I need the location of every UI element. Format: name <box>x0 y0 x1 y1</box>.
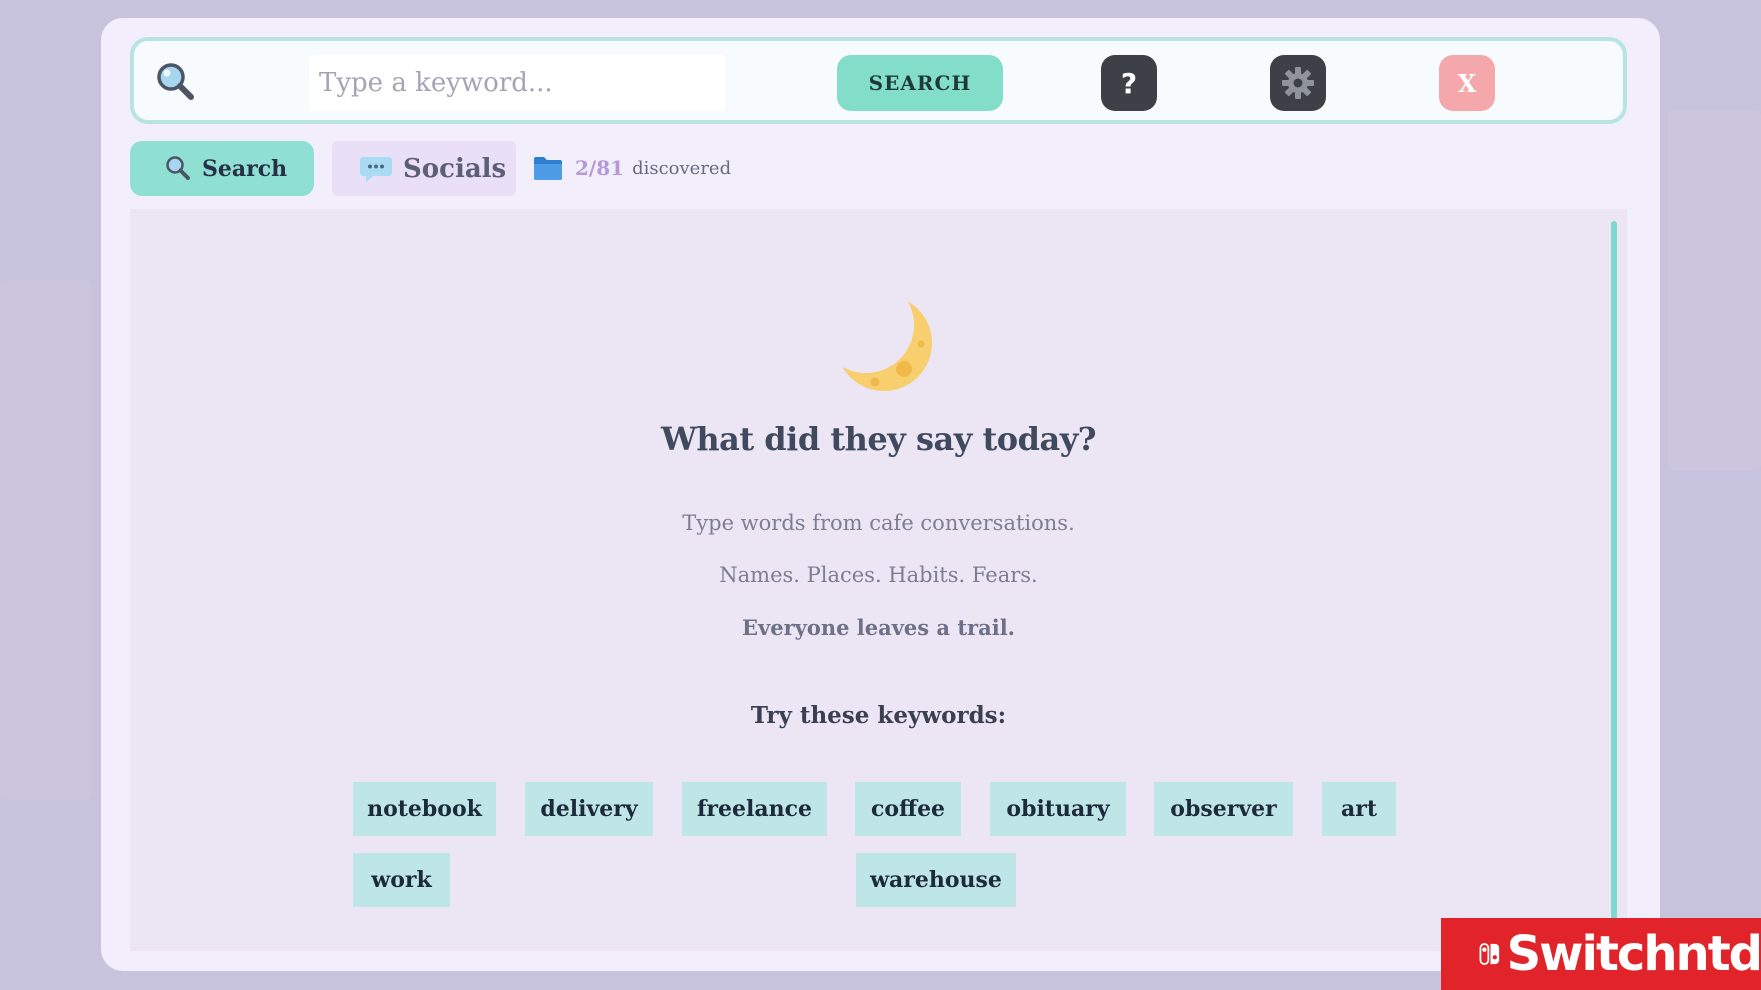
search-toolbar: SEARCH ? X <box>130 37 1627 124</box>
keyword-chip-delivery[interactable]: delivery <box>525 782 653 836</box>
keyword-chip-coffee[interactable]: coffee <box>855 782 961 836</box>
crescent-moon-icon <box>826 291 936 401</box>
try-keywords-label: Try these keywords: <box>750 702 1007 729</box>
keyword-chip-freelance[interactable]: freelance <box>682 782 827 836</box>
chat-bubble-icon <box>360 156 392 182</box>
gear-icon <box>1282 67 1314 99</box>
discovered-counter: 2/81 discovered <box>533 152 731 184</box>
settings-button[interactable] <box>1270 55 1326 111</box>
brand-name: Switchntd <box>1506 926 1761 982</box>
close-button[interactable]: X <box>1439 55 1495 111</box>
headline: What did they say today? <box>660 420 1097 458</box>
keyword-chip-warehouse[interactable]: warehouse <box>856 853 1016 907</box>
keyword-search-input[interactable] <box>309 55 725 111</box>
discovered-count: 2/81 <box>575 156 625 180</box>
folder-icon <box>534 157 562 180</box>
results-panel: What did they say today? Type words from… <box>130 209 1627 951</box>
tab-search[interactable]: Search <box>130 141 314 196</box>
tab-socials[interactable]: Socials <box>332 141 516 196</box>
background-shape <box>0 280 90 800</box>
keyword-chip-art[interactable]: art <box>1322 782 1396 836</box>
keyword-chip-obituary[interactable]: obituary <box>990 782 1126 836</box>
keyword-chip-work[interactable]: work <box>353 853 450 907</box>
discovered-label: discovered <box>632 157 732 179</box>
tab-label: Socials <box>403 153 507 184</box>
search-icon <box>166 155 190 180</box>
switch-logo-icon <box>1479 943 1500 965</box>
search-button[interactable]: SEARCH <box>837 55 1003 111</box>
search-icon <box>154 61 198 105</box>
help-button[interactable]: ? <box>1101 55 1157 111</box>
keyword-chip-observer[interactable]: observer <box>1154 782 1293 836</box>
hint-text: Names. Places. Habits. Fears. <box>719 563 1038 587</box>
background-shape <box>1668 110 1761 470</box>
instruction-text: Type words from cafe conversations. <box>682 511 1075 535</box>
tagline-text: Everyone leaves a trail. <box>742 615 1015 640</box>
switch-logo-watermark: Switchntd <box>1441 918 1761 990</box>
app-window: SEARCH ? X <box>101 18 1660 971</box>
tab-label: Search <box>202 155 288 182</box>
keyword-chip-notebook[interactable]: notebook <box>353 782 496 836</box>
